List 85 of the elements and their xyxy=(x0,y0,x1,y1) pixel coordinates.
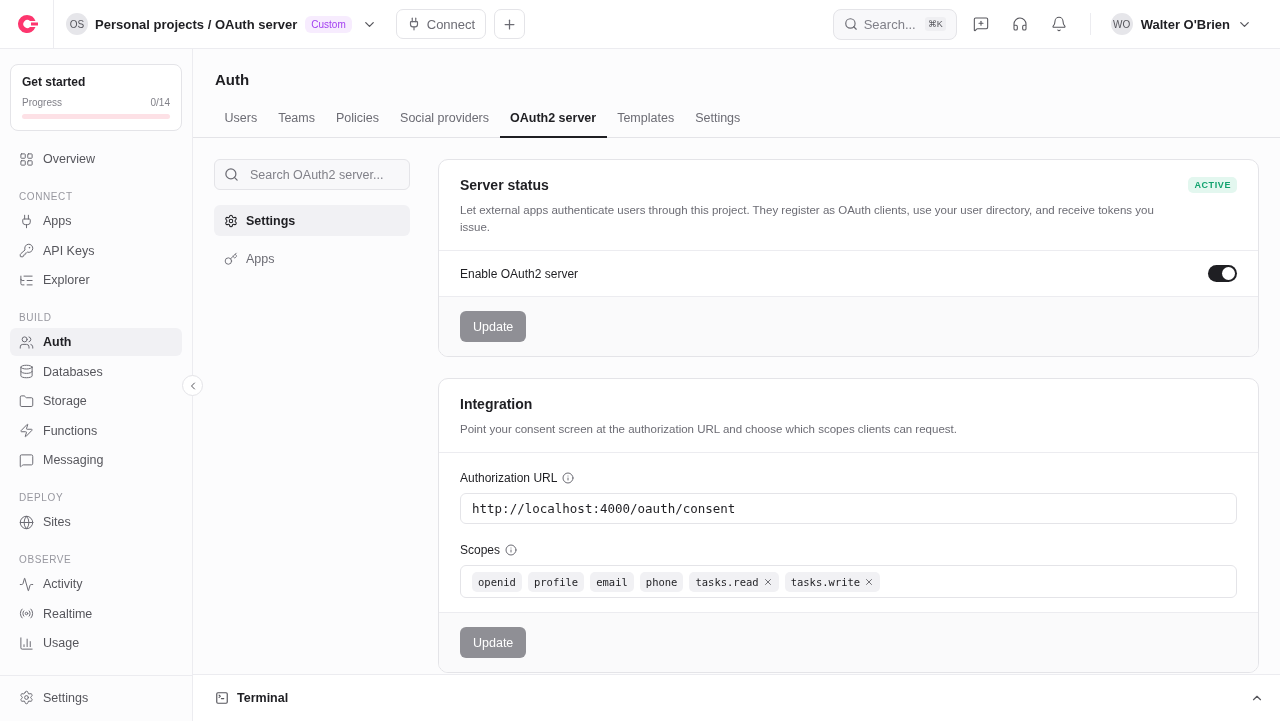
scope-tag: email xyxy=(590,571,634,592)
settings-icon xyxy=(224,213,238,228)
tab[interactable]: Templates xyxy=(606,111,685,138)
status-badge: ACTIVE xyxy=(1188,177,1237,193)
card-title: Integration xyxy=(460,396,534,412)
remove-icon[interactable] xyxy=(762,576,773,587)
settings-icon xyxy=(19,690,34,706)
tab[interactable]: Settings xyxy=(684,111,751,138)
scope-tag: openid xyxy=(472,571,522,592)
section-heading: BUILD xyxy=(18,312,53,323)
sidebar-item[interactable]: Auth xyxy=(10,328,182,356)
chat-icon xyxy=(19,452,34,468)
list-icon xyxy=(19,272,34,288)
sidebar-item[interactable]: Sites xyxy=(10,508,182,536)
scope-tag: phone xyxy=(639,571,684,592)
scope-tag: profile xyxy=(527,571,585,592)
get-started-card[interactable]: Get started Progress 0/14 xyxy=(10,64,182,131)
field-label: Scopes xyxy=(460,543,501,557)
progress-label: Progress xyxy=(22,97,62,108)
pulse-icon xyxy=(19,576,34,592)
scope-tag: tasks.write xyxy=(784,571,881,592)
info-icon[interactable] xyxy=(505,544,518,556)
key-icon xyxy=(19,243,34,258)
sidebar-item[interactable]: API Keys xyxy=(10,236,182,265)
section-heading: DEPLOY xyxy=(18,492,65,503)
field-label: Authorization URL xyxy=(460,471,558,485)
plan-badge: Custom xyxy=(305,15,352,33)
folder-icon xyxy=(19,393,34,409)
collapse-button[interactable] xyxy=(182,375,203,396)
terminal-icon xyxy=(215,691,229,705)
sidebar-item[interactable]: Overview xyxy=(10,145,182,173)
tab[interactable]: Policies xyxy=(325,111,390,138)
sidebar-item[interactable]: Activity xyxy=(10,570,182,598)
search-field[interactable]: Search OAuth2 server... xyxy=(214,159,410,190)
search-icon xyxy=(224,167,239,182)
sidebar-item[interactable]: Functions xyxy=(10,416,182,445)
section-heading: CONNECT xyxy=(18,191,74,202)
remove-icon[interactable] xyxy=(864,576,875,587)
info-icon[interactable] xyxy=(562,472,575,484)
shortcut-hint: ⌘K xyxy=(924,17,946,31)
sidebar-item[interactable]: Explorer xyxy=(10,266,182,294)
key-icon xyxy=(224,251,238,266)
sidebar-item[interactable]: Usage xyxy=(10,629,182,657)
project-name[interactable]: Personal projects / OAuth server xyxy=(95,16,298,32)
sidebar-item[interactable]: Settings xyxy=(10,683,182,712)
sidebar-item[interactable]: Apps xyxy=(10,207,182,235)
bar-chart-icon xyxy=(19,635,34,651)
terminal-label[interactable]: Terminal xyxy=(237,691,289,705)
tab[interactable]: Users xyxy=(214,111,268,138)
url-input-field[interactable]: http://localhost:4000/oauth/consent xyxy=(460,493,1237,524)
connect-button[interactable]: Connect xyxy=(395,9,487,39)
sidebar-item[interactable]: Messaging xyxy=(10,446,182,474)
search-field[interactable]: Search... ⌘K xyxy=(832,8,957,40)
globe-icon xyxy=(19,514,34,530)
progress-count: 0/14 xyxy=(150,97,170,108)
toggle-switch[interactable] xyxy=(1208,265,1237,282)
search-icon xyxy=(843,17,858,31)
sidebar-item[interactable]: Storage xyxy=(10,387,182,415)
scope-tag: tasks.read xyxy=(689,571,779,592)
broadcast-icon xyxy=(19,606,34,621)
plug-icon xyxy=(19,213,34,229)
project-avatar: OS xyxy=(66,13,88,35)
lightning-icon xyxy=(19,423,34,438)
subnav-item[interactable]: Settings xyxy=(214,205,410,236)
plus-icon xyxy=(502,16,518,32)
section-heading: OBSERVE xyxy=(18,554,73,565)
card-title: Server status xyxy=(460,177,550,193)
tab[interactable]: Teams xyxy=(267,111,326,138)
user-name[interactable]: Walter O'Brien xyxy=(1140,16,1230,32)
card-description: Point your consent screen at the authorization URL and choose which scopes clients can request. xyxy=(460,422,957,437)
tab[interactable]: Social providers xyxy=(389,111,500,138)
sidebar-item[interactable]: Databases xyxy=(10,357,182,386)
sidebar-item[interactable]: Realtime xyxy=(10,599,182,628)
page-title: Auth xyxy=(214,70,251,88)
logo-icon xyxy=(15,14,38,34)
scopes-field[interactable]: openid profile email phone tasks.read tasks.write xyxy=(460,565,1237,598)
users-icon xyxy=(19,334,34,350)
toggle-label: Enable OAuth2 server xyxy=(460,266,579,281)
card-title: Get started xyxy=(22,75,87,89)
card-description: Let external apps authenticate users through this project. They register as OAuth clients, use your user directory, and receive tokens you issue. xyxy=(460,203,1155,235)
subnav-item[interactable]: Apps xyxy=(214,243,410,274)
database-icon xyxy=(19,364,34,379)
tab[interactable]: OAuth2 server xyxy=(499,111,607,138)
user-avatar: WO xyxy=(1110,13,1133,35)
grid-icon xyxy=(19,151,34,167)
